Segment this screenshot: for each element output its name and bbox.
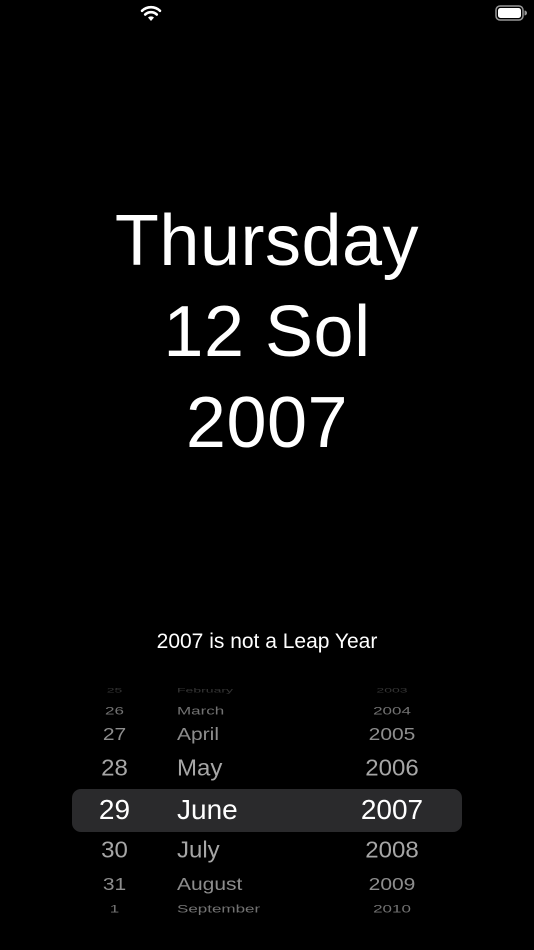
picker-day-option[interactable]: 28	[72, 755, 157, 782]
picker-year-selected[interactable]: 2007	[337, 793, 447, 827]
picker-month-option[interactable]: February	[157, 688, 337, 694]
picker-month-option[interactable]: July	[157, 837, 337, 864]
date-picker[interactable]: 2526272829303112 FebruaryMarchAprilMayJu…	[72, 688, 462, 920]
day-month-label: 12 Sol	[163, 292, 371, 372]
weekday-label: Thursday	[114, 201, 420, 281]
picker-day-option[interactable]: 31	[72, 875, 157, 896]
picker-month-selected[interactable]: June	[157, 793, 337, 827]
picker-year-option[interactable]: 2008	[337, 837, 447, 864]
date-display: Thursday 12 Sol 2007	[0, 196, 534, 469]
picker-year-option[interactable]: 2006	[337, 755, 447, 782]
picker-year-option[interactable]: 2004	[337, 704, 447, 717]
picker-day-option[interactable]: 1	[72, 902, 157, 915]
picker-day-option[interactable]: 26	[72, 704, 157, 717]
leap-year-status: 2007 is not a Leap Year	[156, 630, 378, 653]
wifi-icon	[140, 5, 162, 21]
picker-month-option[interactable]: September	[157, 902, 337, 915]
picker-month-option[interactable]: April	[157, 725, 337, 746]
month-wheel[interactable]: February March April May June July August Septe…	[157, 688, 337, 920]
picker-year-option[interactable]: 2009	[337, 875, 447, 896]
year-label: 2007	[185, 383, 349, 463]
picker-year-option[interactable]: 2010	[337, 902, 447, 915]
picker-day-option[interactable]: 25	[72, 688, 157, 694]
picker-day-option[interactable]: 27	[72, 725, 157, 746]
picker-month-option[interactable]: March	[157, 704, 337, 717]
picker-year-option[interactable]: 2003	[337, 688, 447, 694]
picker-month-option[interactable]: May	[157, 755, 337, 782]
status-bar	[0, 0, 534, 30]
picker-day-selected[interactable]: 29	[72, 793, 157, 827]
picker-year-option[interactable]: 2005	[337, 725, 447, 746]
battery-icon	[495, 5, 527, 21]
day-wheel[interactable]: 2526272829303112	[72, 688, 157, 920]
picker-day-option[interactable]: 30	[72, 837, 157, 864]
picker-month-option[interactable]: August	[157, 875, 337, 896]
year-wheel[interactable]: 200320042005200620072008200920102011	[337, 688, 447, 920]
